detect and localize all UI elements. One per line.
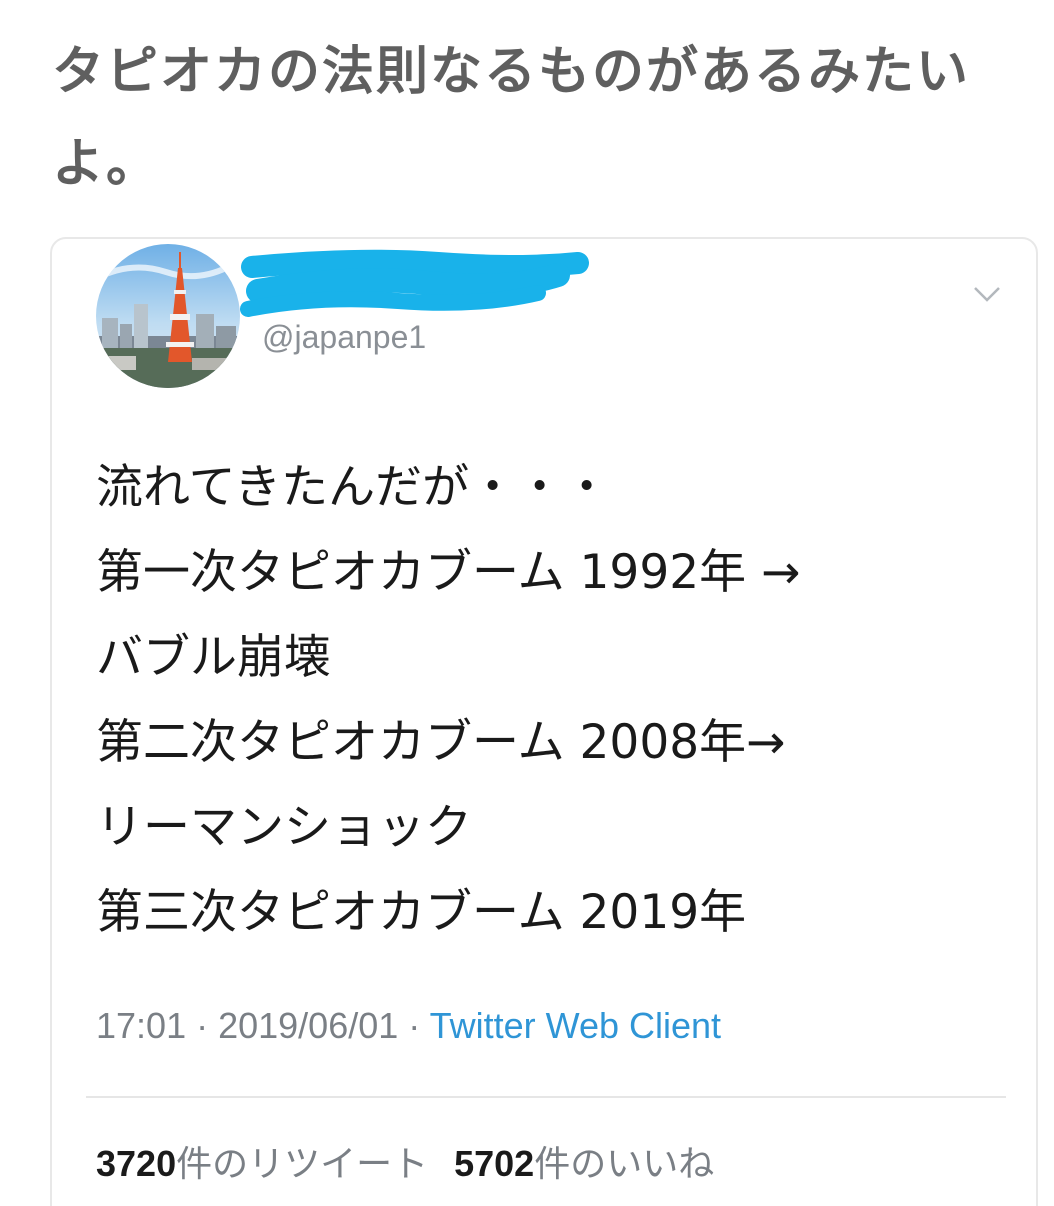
- like-stat[interactable]: 5702件のいいね: [454, 1143, 715, 1185]
- retweet-label: 件のリツイート: [176, 1144, 429, 1185]
- retweet-count: 3720: [96, 1143, 177, 1184]
- post-caption: タピオカの法則なるものがあるみたいよ。: [52, 42, 971, 194]
- tweet-handle[interactable]: @japanpe1: [262, 319, 426, 356]
- tweet-line: 第三次タピオカブーム 2019年: [96, 885, 747, 940]
- tweet-line: 第二次タピオカブーム 2008年→: [96, 715, 786, 770]
- tweet-line: バブル崩壊: [96, 630, 331, 685]
- embedded-tweet-card[interactable]: @japanpe1 流れてきたんだが・・・ 第一次タピオカブーム 1992年 →…: [50, 237, 1038, 1206]
- retweet-stat[interactable]: 3720件のリツイート: [96, 1143, 429, 1185]
- like-count: 5702: [454, 1143, 535, 1184]
- like-label: 件のいいね: [534, 1144, 715, 1185]
- tweet-text: 流れてきたんだが・・・ 第一次タピオカブーム 1992年 → バブル崩壊 第二次…: [96, 445, 996, 955]
- meta-separator: ·: [186, 1005, 219, 1046]
- tweet-date[interactable]: 2019/06/01: [218, 1005, 398, 1046]
- tweet-time[interactable]: 17:01: [96, 1005, 186, 1046]
- meta-separator: ·: [398, 1005, 430, 1046]
- tweet-line: 第一次タピオカブーム 1992年 →: [96, 545, 801, 600]
- chevron-down-icon[interactable]: [972, 283, 1002, 305]
- tweet-line: リーマンショック: [96, 800, 472, 855]
- tweet-line: 流れてきたんだが・・・: [96, 460, 611, 515]
- tokyo-tower-avatar[interactable]: [96, 244, 240, 388]
- stats-divider: [86, 1096, 1006, 1098]
- tweet-meta: 17:01 · 2019/06/01 · Twitter Web Client: [96, 1005, 721, 1047]
- tweet-client-link[interactable]: Twitter Web Client: [430, 1005, 721, 1046]
- screenshot-page: タピオカの法則なるものがあるみたいよ。 @japanpe1 流れてきたんだが・・…: [0, 0, 1054, 1206]
- name-redaction-scribble: [238, 249, 590, 321]
- tweet-stats: 3720件のリツイート 5702件のいいね: [96, 1135, 714, 1187]
